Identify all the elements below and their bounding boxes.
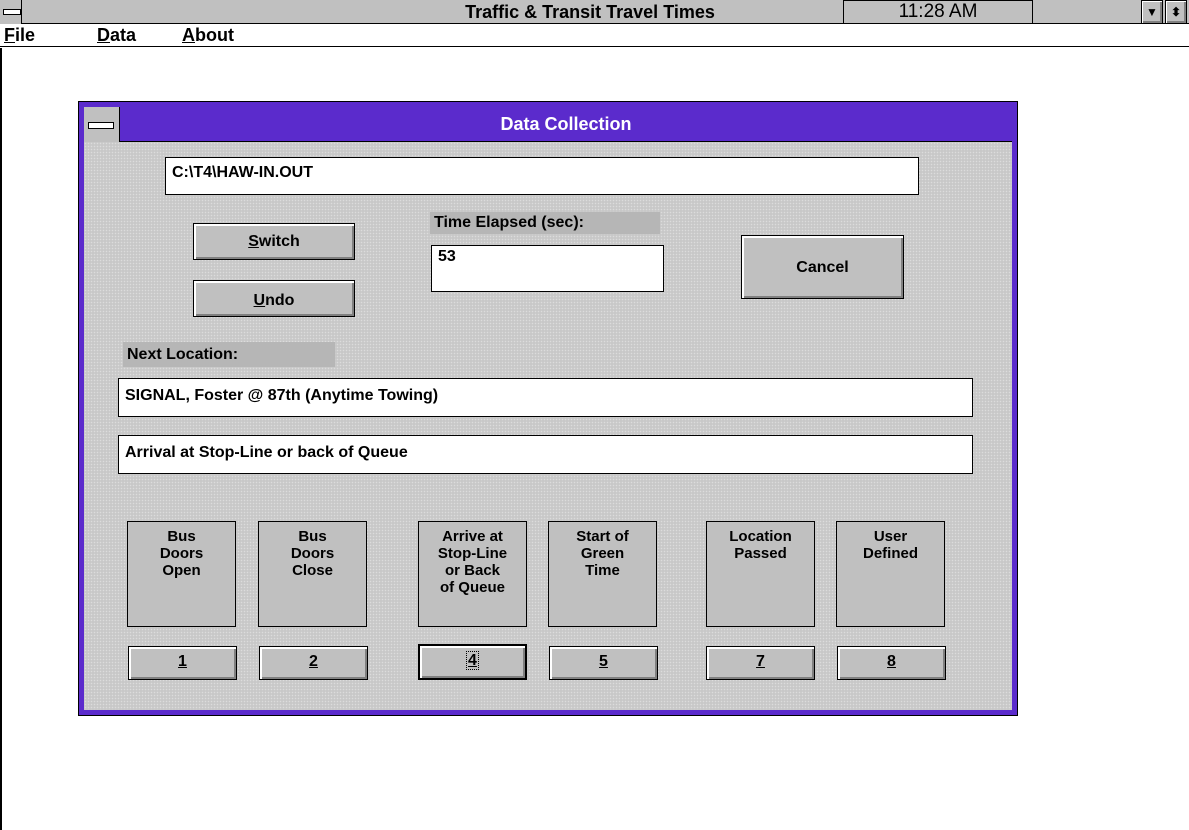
menu-file-mnemonic: F	[4, 25, 15, 45]
switch-label: witch	[258, 233, 300, 250]
undo-mnemonic: U	[253, 292, 266, 309]
dialog-system-menu-button[interactable]	[84, 107, 120, 142]
menu-data-mnemonic: D	[97, 25, 110, 45]
tile-user-defined: User Defined	[836, 521, 945, 627]
menu-about-label: bout	[195, 25, 234, 45]
location-field: SIGNAL, Foster @ 87th (Anytime Towing)	[118, 378, 973, 417]
dialog-title: Data Collection	[500, 114, 632, 134]
key-4-button[interactable]: 4	[418, 644, 527, 680]
key-5-label: 5	[599, 653, 608, 670]
tile-start-green-time: Start of Green Time	[548, 521, 657, 627]
system-menu-icon	[3, 9, 21, 15]
maximize-button[interactable]: ⬍	[1165, 0, 1187, 24]
menu-file[interactable]: File	[4, 24, 35, 47]
switch-button[interactable]: Switch	[193, 223, 355, 260]
clock-text: 11:28 AM	[898, 1, 978, 22]
next-location-label: Next Location:	[123, 342, 335, 367]
menu-about-mnemonic: A	[182, 25, 195, 45]
app-title: Traffic & Transit Travel Times	[465, 2, 715, 22]
switch-mnemonic: S	[248, 233, 259, 250]
system-menu-button[interactable]	[0, 0, 22, 24]
event-field: Arrival at Stop-Line or back of Queue	[118, 435, 973, 474]
key-8-label: 8	[887, 653, 896, 670]
key-2-button[interactable]: 2	[259, 646, 368, 680]
key-1-button[interactable]: 1	[128, 646, 237, 680]
file-path-field[interactable]: C:\T4\HAW-IN.OUT	[165, 157, 919, 195]
time-elapsed-field: 53	[431, 245, 664, 292]
menu-about[interactable]: About	[182, 24, 234, 47]
maximize-icon: ⬍	[1170, 5, 1182, 19]
undo-label: ndo	[265, 292, 295, 309]
tile-location-passed: Location Passed	[706, 521, 815, 627]
tile-bus-doors-close: Bus Doors Close	[258, 521, 367, 627]
menu-data[interactable]: Data	[97, 24, 136, 47]
tile-bus-doors-open: Bus Doors Open	[127, 521, 236, 627]
minimize-button[interactable]: ▼	[1141, 0, 1163, 24]
key-4-label: 4	[468, 652, 477, 669]
clock-display: 11:28 AM	[843, 0, 1033, 24]
key-5-button[interactable]: 5	[549, 646, 658, 680]
key-8-button[interactable]: 8	[837, 646, 946, 680]
key-7-label: 7	[756, 653, 765, 670]
dialog-system-menu-icon	[88, 122, 114, 129]
key-7-button[interactable]: 7	[706, 646, 815, 680]
undo-button[interactable]: Undo	[193, 280, 355, 317]
menu-data-label: ata	[110, 25, 137, 45]
menu-file-label: ile	[15, 25, 36, 45]
time-elapsed-label: Time Elapsed (sec):	[430, 212, 660, 234]
tile-arrive-stop-line: Arrive at Stop-Line or Back of Queue	[418, 521, 527, 627]
menu-bar	[0, 24, 1189, 47]
key-1-label: 1	[178, 653, 187, 670]
minimize-icon: ▼	[1146, 5, 1158, 19]
key-2-label: 2	[309, 653, 318, 670]
client-area-border	[0, 48, 8, 830]
cancel-button[interactable]: Cancel	[741, 235, 904, 299]
